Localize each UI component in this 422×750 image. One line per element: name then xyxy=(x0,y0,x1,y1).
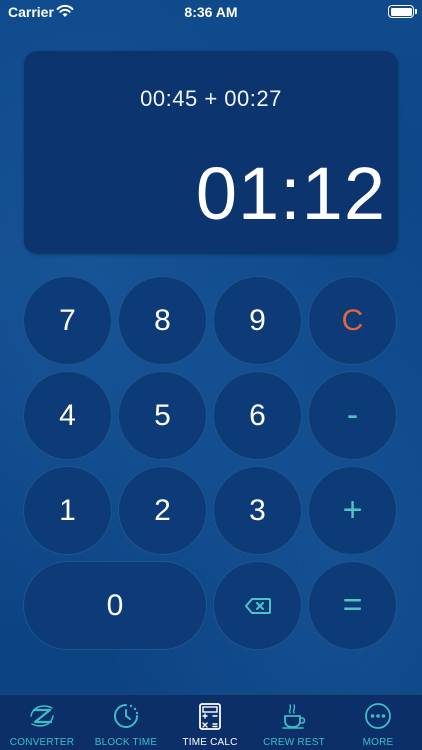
plus-button[interactable]: + xyxy=(308,466,397,555)
battery-icon xyxy=(388,5,417,18)
key-6[interactable]: 6 xyxy=(213,371,302,460)
tab-converter[interactable]: CONVERTER xyxy=(0,695,84,750)
calculator-display: 00:45 + 00:27 01:12 xyxy=(24,51,398,254)
key-4[interactable]: 4 xyxy=(23,371,112,460)
tab-label: MORE xyxy=(362,737,394,748)
minus-button[interactable]: - xyxy=(308,371,397,460)
key-0[interactable]: 0 xyxy=(23,561,207,650)
tab-label: CONVERTER xyxy=(9,737,75,748)
tab-bar: CONVERTER BLOCK TIME TIME CALC CREW REST xyxy=(0,694,422,750)
converter-icon xyxy=(30,705,54,727)
tab-more[interactable]: MORE xyxy=(336,695,420,750)
more-icon xyxy=(365,703,391,729)
coffee-cup-icon xyxy=(282,704,306,729)
backspace-icon xyxy=(244,597,271,614)
status-time: 8:36 AM xyxy=(184,4,238,20)
backspace-button[interactable] xyxy=(213,561,302,650)
tab-label: TIME CALC xyxy=(182,737,238,748)
key-5[interactable]: 5 xyxy=(118,371,207,460)
key-2[interactable]: 2 xyxy=(118,466,207,555)
calculator-icon xyxy=(199,703,221,730)
key-7[interactable]: 7 xyxy=(23,276,112,365)
key-8[interactable]: 8 xyxy=(118,276,207,365)
tab-label: BLOCK TIME xyxy=(94,737,158,748)
key-1[interactable]: 1 xyxy=(23,466,112,555)
clock-icon xyxy=(114,704,139,728)
status-bar: Carrier 8:36 AM xyxy=(0,0,422,24)
equals-button[interactable]: = xyxy=(308,561,397,650)
result-text: 01:12 xyxy=(195,152,386,235)
tab-block-time[interactable]: BLOCK TIME xyxy=(84,695,168,750)
tab-time-calc[interactable]: TIME CALC xyxy=(168,695,252,750)
key-3[interactable]: 3 xyxy=(213,466,302,555)
tab-crew-rest[interactable]: CREW REST xyxy=(252,695,336,750)
key-9[interactable]: 9 xyxy=(213,276,302,365)
clear-button[interactable]: C xyxy=(308,276,397,365)
expression-text: 00:45 + 00:27 xyxy=(140,86,282,111)
tab-label: CREW REST xyxy=(263,737,325,748)
